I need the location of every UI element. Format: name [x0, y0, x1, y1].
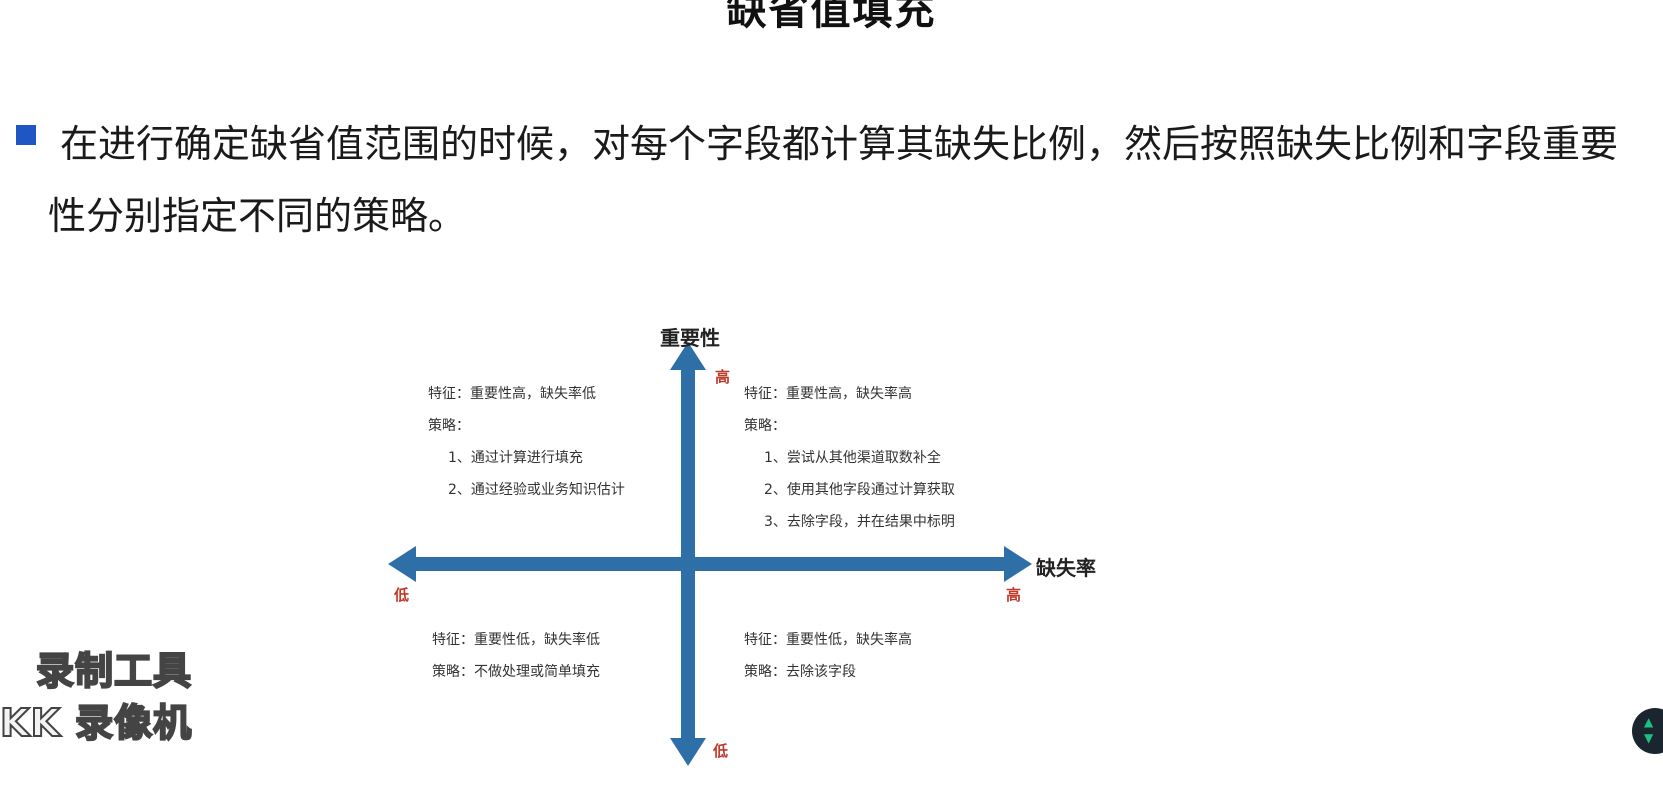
- vertical-axis-down-arrow: [670, 738, 706, 766]
- quadrant-feature: 特征：重要性高，缺失率低: [428, 386, 596, 402]
- recorder-watermark-line1: 录制工具: [35, 648, 193, 694]
- quadrant-top-right: 特征：重要性高，缺失率高 策略： 1、尝试从其他渠道取数补全 2、使用其他字段通…: [744, 378, 955, 538]
- strategy-item: 2、使用其他字段通过计算获取: [764, 482, 955, 498]
- quadrant-strategy: 策略：: [744, 418, 786, 434]
- quadrant-bottom-right: 特征：重要性低，缺失率高 策略：去除该字段: [744, 624, 912, 688]
- scroll-down-icon[interactable]: ▼: [1644, 730, 1663, 746]
- x-high-label: 高: [1006, 586, 1022, 604]
- quadrant-feature: 特征：重要性高，缺失率高: [744, 386, 912, 402]
- quadrant-feature: 特征：重要性低，缺失率高: [744, 632, 912, 648]
- y-low-label: 低: [713, 742, 729, 760]
- x-axis-label: 缺失率: [1036, 556, 1096, 580]
- quadrant-bottom-left: 特征：重要性低，缺失率低 策略：不做处理或简单填充: [432, 624, 600, 688]
- quadrant-top-left: 特征：重要性高，缺失率低 策略： 1、通过计算进行填充 2、通过经验或业务知识估…: [428, 378, 625, 506]
- quadrant-strategy: 策略：不做处理或简单填充: [432, 664, 600, 680]
- quadrant-strategy: 策略：: [428, 418, 470, 434]
- strategy-item: 1、通过计算进行填充: [448, 450, 583, 466]
- y-axis-label: 重要性: [660, 326, 720, 350]
- horizontal-axis-right-arrow: [1004, 546, 1032, 582]
- x-low-label: 低: [394, 586, 410, 604]
- horizontal-axis-line: [410, 557, 1010, 571]
- strategy-item: 2、通过经验或业务知识估计: [448, 482, 625, 498]
- recorder-watermark-line2: KK 录像机: [0, 700, 193, 746]
- horizontal-axis-left-arrow: [388, 546, 416, 582]
- scroll-up-icon[interactable]: ▲: [1644, 714, 1663, 730]
- quadrant-feature: 特征：重要性低，缺失率低: [432, 632, 600, 648]
- strategy-item: 3、去除字段，并在结果中标明: [764, 514, 955, 530]
- y-high-label: 高: [715, 368, 731, 386]
- strategy-item: 1、尝试从其他渠道取数补全: [764, 450, 941, 466]
- quadrant-strategy: 策略：去除该字段: [744, 664, 856, 680]
